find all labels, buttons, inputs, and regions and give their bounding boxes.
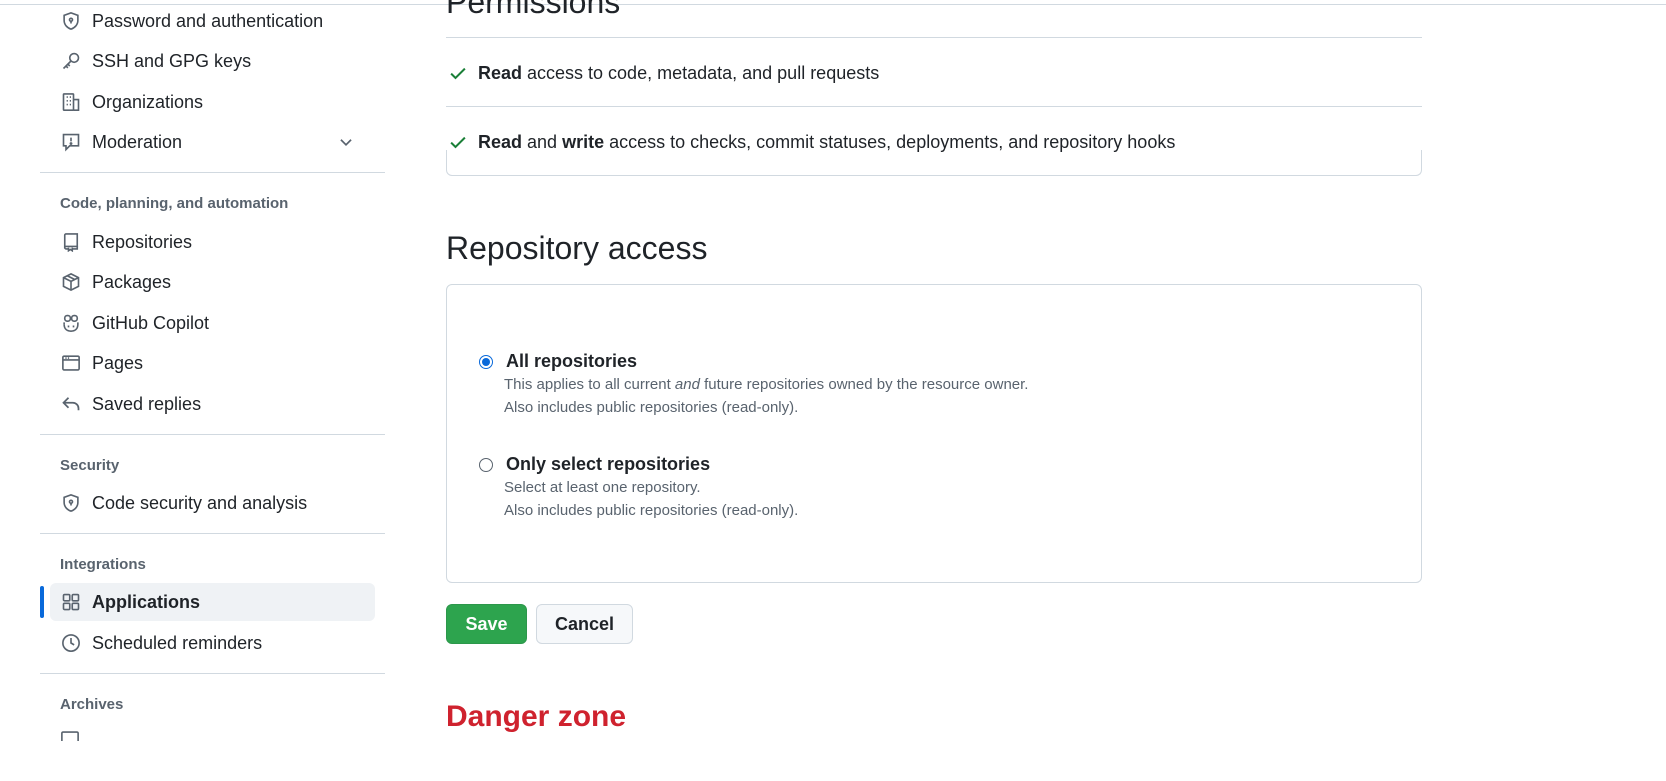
- clock-icon: [60, 632, 82, 654]
- sidebar-item-password-authentication[interactable]: Password and authentication: [50, 2, 375, 40]
- browser-icon: [60, 352, 82, 374]
- radio-button-checked[interactable]: [479, 354, 493, 369]
- sidebar-item-applications[interactable]: Applications: [50, 583, 375, 621]
- archive-icon: [60, 727, 80, 741]
- radio-all-repositories[interactable]: All repositories: [479, 351, 637, 372]
- repository-access-box: All repositories This applies to all cur…: [446, 284, 1422, 583]
- copilot-icon: [60, 312, 82, 334]
- sidebar-item-label: Packages: [92, 271, 172, 292]
- sidebar-item-saved-replies[interactable]: Saved replies: [50, 385, 375, 423]
- check-icon: [450, 67, 466, 80]
- sidebar-item-label: Password and authentication: [92, 10, 324, 31]
- main-content: Permissions Read access to code, metadat…: [446, 0, 1422, 781]
- sidebar-item-organizations[interactable]: Organizations: [50, 83, 375, 121]
- sidebar-item-github-copilot[interactable]: GitHub Copilot: [50, 304, 375, 342]
- sidebar-item-label: GitHub Copilot: [92, 312, 210, 333]
- shield-lock-icon: [60, 492, 82, 514]
- permissions-divider: [446, 106, 1422, 107]
- sidebar-item-label: Saved replies: [92, 393, 202, 414]
- apps-icon: [60, 591, 82, 613]
- chevron-down-icon[interactable]: [337, 133, 355, 151]
- sidebar-item-label: SSH and GPG keys: [92, 50, 252, 71]
- sidebar-divider: [40, 673, 385, 674]
- sidebar-item-scheduled-reminders[interactable]: Scheduled reminders: [50, 624, 375, 662]
- sidebar-item-ssh-gpg-keys[interactable]: SSH and GPG keys: [50, 42, 375, 80]
- active-indicator: [40, 586, 44, 618]
- permission-text: access to code, metadata, and pull reque…: [527, 62, 880, 83]
- permissions-heading: Permissions: [446, 0, 621, 20]
- organization-icon: [60, 91, 82, 113]
- repository-access-heading: Repository access: [446, 230, 708, 266]
- radio-description: Also includes public repositories (read-…: [504, 502, 799, 519]
- radio-label: All repositories: [506, 351, 638, 371]
- sidebar-item-label: Organizations: [92, 91, 204, 112]
- danger-zone-heading: Danger zone: [446, 700, 627, 733]
- check-icon: [450, 136, 466, 149]
- settings-sidebar: Password and authentication SSH and GPG …: [40, 0, 385, 781]
- permission-row: Read access to code, metadata, and pull …: [446, 53, 879, 93]
- sidebar-item-pages[interactable]: Pages: [50, 344, 375, 382]
- reply-icon: [60, 393, 82, 415]
- sidebar-item-label: Repositories: [92, 231, 193, 252]
- radio-description: Select at least one repository.: [504, 479, 701, 496]
- section-title-integrations: Integrations: [60, 556, 146, 573]
- radio-description: This applies to all current and future r…: [504, 376, 1029, 393]
- radio-button[interactable]: [479, 457, 493, 472]
- report-icon: [60, 131, 82, 153]
- sidebar-item-label: Code security and analysis: [92, 492, 308, 513]
- sidebar-item-repositories[interactable]: Repositories: [50, 223, 375, 261]
- radio-description: Also includes public repositories (read-…: [504, 399, 799, 416]
- sidebar-item-packages[interactable]: Packages: [50, 263, 375, 301]
- sidebar-item-label: Scheduled reminders: [92, 632, 263, 653]
- key-icon: [60, 50, 82, 72]
- radio-only-select-repositories[interactable]: Only select repositories: [479, 454, 710, 475]
- sidebar-divider: [40, 533, 385, 534]
- permissions-divider: [446, 37, 1422, 38]
- repo-icon: [60, 231, 82, 253]
- sidebar-divider: [40, 172, 385, 173]
- permission-level: Read: [478, 62, 523, 83]
- cancel-button[interactable]: Cancel: [536, 604, 633, 644]
- sidebar-divider: [40, 434, 385, 435]
- section-title-archives: Archives: [60, 696, 124, 713]
- permissions-box: [446, 150, 1422, 176]
- package-icon: [60, 271, 82, 293]
- save-button[interactable]: Save: [446, 604, 527, 644]
- shield-lock-icon: [60, 10, 82, 32]
- section-title-code-planning: Code, planning, and automation: [60, 195, 289, 212]
- sidebar-item-label: Pages: [92, 352, 144, 373]
- radio-label: Only select repositories: [506, 454, 711, 474]
- sidebar-item-label: Moderation: [92, 131, 183, 152]
- sidebar-item-moderation[interactable]: Moderation: [50, 123, 375, 161]
- section-title-security: Security: [60, 457, 120, 474]
- sidebar-item-code-security[interactable]: Code security and analysis: [50, 484, 375, 522]
- sidebar-item-label: Applications: [92, 591, 201, 612]
